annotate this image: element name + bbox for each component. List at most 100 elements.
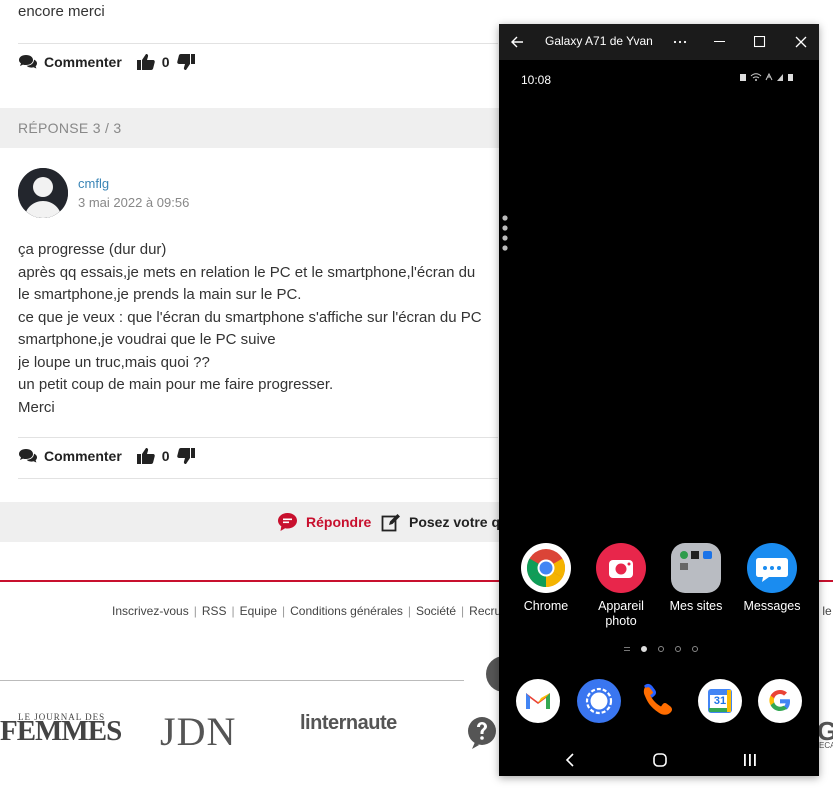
footer-links: Inscrivez-vous | RSS | Equipe | Conditions gén… [112,604,502,618]
hotseat-gmail[interactable] [516,679,560,723]
votes: 0 [136,447,196,465]
pager-lines [624,647,630,651]
thumbs-down-icon[interactable] [176,447,196,465]
app-messages[interactable]: Messages [735,543,809,614]
close-icon [795,36,807,48]
post-line: ce que je veux : que l'écran du smartpho… [18,308,482,326]
post-body: ça progresse (dur dur) après qq essais,j… [18,239,502,419]
app-folder[interactable]: Mes sites [659,543,733,614]
footer-link[interactable]: Recru [469,604,501,618]
app-label: Chrome [523,599,569,613]
forum-page: encore merci Commenter 0 RÉPONSE 3 / 3 c… [0,0,833,791]
logo-text: FEMMES [0,715,122,747]
pager-dot [658,646,664,652]
pager-dot [675,646,681,652]
app-label: Appareil photo [598,599,644,628]
footer-link[interactable]: Société [416,604,456,618]
question-logo-icon[interactable] [467,716,497,750]
app-chrome[interactable]: Chrome [509,543,583,614]
status-icons [740,72,793,81]
reply-actions: Commenter 0 [18,53,196,71]
more-button[interactable] [662,24,698,60]
comment-label: Commenter [44,54,122,70]
maximize-button[interactable] [742,24,778,60]
window-title: Galaxy A71 de Yvan [545,34,653,48]
gmail-icon [526,693,550,709]
linternaute-logo[interactable]: linternaute [300,712,397,735]
more-dots-icon [673,40,687,44]
page-indicator[interactable] [624,646,698,652]
jdn-logo[interactable]: JDN [160,708,236,755]
thumbs-up-icon[interactable] [136,53,156,71]
status-bar: 10:08 [499,60,819,96]
reply-header: RÉPONSE 3 / 3 [0,108,500,148]
previous-reply-text: encore merci [18,3,105,20]
divider [18,43,498,44]
signal-icon [585,687,613,715]
post-date: 3 mai 2022 à 09:56 [78,195,190,210]
phone-link-window: Galaxy A71 de Yvan 10:08 Chrome Appareil… [499,24,819,776]
maximize-icon [754,36,766,48]
android-recents-button[interactable] [735,748,765,772]
pager-dot-active [641,646,647,652]
footer-link[interactable]: Equipe [240,604,277,618]
reply-button[interactable]: Répondre [277,512,371,532]
google-icon [769,690,790,711]
status-time: 10:08 [521,73,552,87]
brand-divider [0,680,464,681]
edit-icon [381,514,400,532]
hotseat-google[interactable] [758,679,802,723]
post-line: le smartphone,je prends la main sur le P… [18,286,302,303]
app-label: Mes sites [669,599,723,613]
ask-question-button[interactable]: Posez votre qu [381,512,509,532]
post-line: un petit coup de main pour me faire prog… [18,376,334,393]
comment-button[interactable]: Commenter [18,54,122,70]
reply-label: Répondre [306,514,372,530]
android-nav-bar [499,744,819,776]
android-back-button[interactable] [555,748,585,772]
camera-icon [609,560,633,578]
divider [18,437,498,438]
close-button[interactable] [783,24,819,60]
votes: 0 [136,53,196,71]
calendar-day: 31 [713,695,727,707]
folder-icon [680,551,712,570]
reply-counter: RÉPONSE 3 / 3 [18,120,122,136]
footer-link[interactable]: Conditions générales [290,604,403,618]
hotseat-calendar[interactable]: 31 [698,679,742,723]
chrome-icon [526,549,566,588]
hotseat-phone[interactable] [637,679,681,723]
chevron-left-icon [565,753,574,767]
pager-dot [692,646,698,652]
footer-link[interactable]: Inscrivez-vous [112,604,189,618]
avatar-silhouette-icon [18,168,68,218]
avatar[interactable] [18,168,68,218]
ask-label: Posez votre qu [409,514,509,530]
phone-icon [643,684,672,715]
vote-count: 0 [161,448,170,464]
android-home-button[interactable] [645,748,675,772]
footer-link[interactable]: RSS [202,604,227,618]
home-icon [653,753,667,767]
thumbs-up-icon[interactable] [136,447,156,465]
minimize-button[interactable] [702,24,738,60]
vote-count: 0 [161,54,170,70]
side-handle-icon[interactable] [501,214,509,254]
divider [18,478,498,479]
comment-label: Commenter [44,448,122,464]
recents-icon [744,754,756,766]
back-button[interactable] [499,24,535,60]
thumbs-down-icon[interactable] [176,53,196,71]
hotseat-signal[interactable] [577,679,621,723]
post-line: Merci [18,398,55,416]
author-link[interactable]: cmflg [78,176,109,191]
app-camera[interactable]: Appareil photo [584,543,658,629]
post-line: je loupe un truc,mais quoi ?? [18,353,210,371]
messages-icon [756,558,788,582]
speech-bubbles-icon [19,449,37,463]
speech-bubbles-icon [19,55,37,69]
comment-button[interactable]: Commenter [18,448,122,464]
app-label: Messages [743,599,801,613]
post-line: ça progresse (dur dur) [18,241,167,258]
window-title-bar: Galaxy A71 de Yvan [499,24,819,60]
